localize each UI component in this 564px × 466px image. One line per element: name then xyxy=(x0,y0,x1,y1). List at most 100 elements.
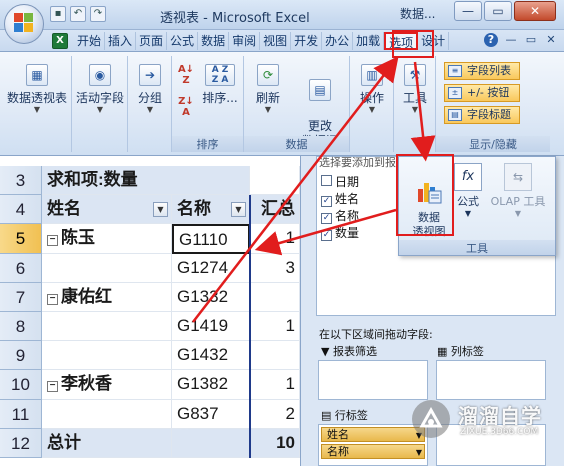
cell-b8[interactable]: G1419 xyxy=(172,312,250,342)
cell-a11[interactable] xyxy=(42,399,172,429)
worksheet[interactable]: 3 求和项:数量 4 姓名 名称 汇总 ▼ ▼ 5− 陈玉 G1110 1 6 G1274 3 7− 康佑红 G1… xyxy=(0,156,300,466)
group-tools: ⚒ 工具 ▼ xyxy=(394,56,436,152)
checkbox[interactable] xyxy=(321,175,332,186)
tab-10[interactable]: 选项 xyxy=(384,32,419,50)
collapse-icon[interactable]: − xyxy=(47,381,58,393)
help-icon[interactable]: ? xyxy=(484,33,498,47)
row-header[interactable]: 10 xyxy=(0,370,42,400)
row-header[interactable]: 5 xyxy=(0,224,42,254)
cell-c11[interactable]: 2 xyxy=(250,399,300,429)
field-checkbox-item[interactable]: 日期 xyxy=(321,173,359,190)
cell-c8[interactable]: 1 xyxy=(250,312,300,342)
row-header[interactable]: 11 xyxy=(0,399,42,429)
cell-b11[interactable]: G837 xyxy=(172,399,250,429)
tab-1[interactable]: 插入 xyxy=(105,32,137,50)
cell-b7[interactable]: G1332 xyxy=(172,282,250,312)
collapse-icon[interactable]: − xyxy=(47,235,58,247)
dropdown-arrow-icon: ▼ xyxy=(368,105,376,114)
report-filter-zone[interactable] xyxy=(318,360,428,400)
field-checkbox-item[interactable]: ✓ 数量 xyxy=(321,224,359,241)
tab-6[interactable]: 视图 xyxy=(260,32,292,50)
cell-b9[interactable]: G1432 xyxy=(172,341,250,371)
formulas-button[interactable]: fx 公式 ▼ xyxy=(453,163,483,218)
undo-icon[interactable]: ↶ xyxy=(70,6,86,22)
row-header[interactable]: 12 xyxy=(0,428,42,458)
pivot-chart-button[interactable]: 数据 透视图 xyxy=(403,163,455,239)
checkbox[interactable]: ✓ xyxy=(321,213,332,224)
row-field-item[interactable]: 名称 ▼ xyxy=(321,444,425,459)
pivot-table-icon: ▦ xyxy=(26,64,48,86)
plus-minus-button[interactable]: ± +/- 按钮 xyxy=(444,84,520,102)
sort-az-icon: A↓ Z xyxy=(177,64,195,86)
tab-11[interactable]: 设计 xyxy=(418,32,450,50)
olap-tools-button[interactable]: ⇆ OLAP 工具 ▼ xyxy=(485,163,551,218)
checkbox[interactable]: ✓ xyxy=(321,230,332,241)
cell-a5[interactable]: − 陈玉 xyxy=(42,224,172,254)
sort-ascending-button[interactable]: A↓ Z xyxy=(176,64,196,86)
field-checkbox-item[interactable]: ✓ 姓名 xyxy=(321,190,359,207)
tab-4[interactable]: 数据 xyxy=(198,32,230,50)
row-header[interactable]: 3 xyxy=(0,166,42,196)
pivot-table-button[interactable]: ▦ 数据透视表 ▼ xyxy=(4,64,70,114)
cell-a7[interactable]: − 康佑红 xyxy=(42,282,172,312)
cell-c12[interactable]: 10 xyxy=(250,428,300,458)
tab-3[interactable]: 公式 xyxy=(167,32,199,50)
tab-5[interactable]: 审阅 xyxy=(229,32,261,50)
cell-b10[interactable]: G1382 xyxy=(172,370,250,400)
filter-dropdown-icon[interactable]: ▼ xyxy=(153,202,168,218)
cell-b12[interactable] xyxy=(172,428,250,458)
row-header[interactable]: 4 xyxy=(0,195,42,225)
cell-a12[interactable]: 总计 xyxy=(42,428,172,458)
cell-b6[interactable]: G1274 xyxy=(172,253,250,283)
field-checkbox-item[interactable]: ✓ 名称 xyxy=(321,207,359,224)
active-field-button[interactable]: ◉ 活动字段 ▼ xyxy=(74,64,126,114)
row-header[interactable]: 9 xyxy=(0,341,42,371)
sort-descending-button[interactable]: Z↓ A xyxy=(176,96,196,118)
close-workbook-icon[interactable]: ✕ xyxy=(544,33,558,47)
tab-8[interactable]: 办公 xyxy=(322,32,354,50)
field-list-button[interactable]: ≡ 字段列表 xyxy=(444,62,520,80)
office-button[interactable] xyxy=(4,4,44,44)
tab-2[interactable]: 页面 xyxy=(136,32,168,50)
cell-c7[interactable] xyxy=(250,282,300,312)
filter-dropdown-icon[interactable]: ▼ xyxy=(231,202,246,218)
tab-0[interactable]: 开始 xyxy=(74,32,106,50)
cell-a10[interactable]: − 李秋香 xyxy=(42,370,172,400)
tab-7[interactable]: 开发 xyxy=(291,32,323,50)
redo-icon[interactable]: ↷ xyxy=(90,6,106,22)
cell-c4[interactable]: 汇总 xyxy=(250,195,300,225)
sort-dialog-button[interactable]: A ZZ A 排序... xyxy=(198,64,242,106)
cell-a3[interactable]: 求和项:数量 xyxy=(42,166,250,196)
report-filter-text: 报表筛选 xyxy=(332,345,377,358)
tools-button[interactable]: ⚒ 工具 ▼ xyxy=(396,64,434,114)
save-icon[interactable]: ▪ xyxy=(50,6,66,22)
row-header[interactable]: 6 xyxy=(0,253,42,283)
column-labels-zone[interactable] xyxy=(436,360,546,400)
row-header[interactable]: 7 xyxy=(0,282,42,312)
cell-c10[interactable]: 1 xyxy=(250,370,300,400)
tab-9[interactable]: 加载 xyxy=(353,32,385,50)
cell-b5[interactable]: G1110 xyxy=(172,224,250,254)
cell-c3[interactable] xyxy=(250,166,300,196)
restore-button[interactable]: ▭ xyxy=(484,1,512,21)
close-button[interactable]: ✕ xyxy=(514,1,556,21)
cell-a9[interactable] xyxy=(42,341,172,371)
row-field-label: 姓名 xyxy=(327,428,349,441)
minimize-workbook-icon[interactable]: — xyxy=(504,33,518,47)
checkbox[interactable]: ✓ xyxy=(321,196,332,207)
collapse-icon[interactable]: − xyxy=(47,293,58,305)
actions-button[interactable]: ▥ 操作 ▼ xyxy=(352,64,392,114)
field-headers-button[interactable]: ▤ 字段标题 xyxy=(444,106,520,124)
dropdown-arrow-icon: ▼ xyxy=(33,105,41,114)
group-button[interactable]: ➔ 分组 ▼ xyxy=(130,64,170,114)
restore-workbook-icon[interactable]: ▭ xyxy=(524,33,538,47)
row-header[interactable]: 8 xyxy=(0,312,42,342)
cell-a8[interactable] xyxy=(42,312,172,342)
ribbon-tabs: 开始 插入 页面 公式 数据 审阅 视图 开发 办公 加载 选项 设计 xyxy=(74,32,450,50)
refresh-button[interactable]: ⟳ 刷新 ▼ xyxy=(248,64,288,114)
cell-c5[interactable]: 1 xyxy=(250,224,300,254)
minimize-button[interactable]: — xyxy=(454,1,482,21)
cell-c9[interactable] xyxy=(250,341,300,371)
cell-c6[interactable]: 3 xyxy=(250,253,300,283)
cell-a6[interactable] xyxy=(42,253,172,283)
